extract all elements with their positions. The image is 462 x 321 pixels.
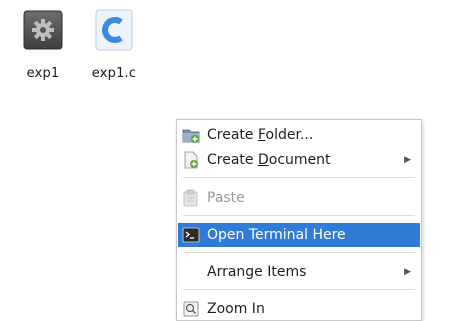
menu-item-create-document[interactable]: Create Document ▶ [178,148,420,172]
menu-label-prefix: Create [207,127,258,143]
menu-label-prefix: Create [207,152,258,168]
document-new-icon [184,151,198,169]
paste-icon [183,189,198,207]
file-exp1-c[interactable]: exp1.c [84,8,144,81]
file-exp1[interactable]: exp1 [13,8,73,81]
menu-item-label: Paste [207,190,245,206]
menu-separator [183,289,415,290]
menu-item-open-terminal[interactable]: Open Terminal Here [178,223,420,247]
menu-item-zoom-in[interactable]: Zoom In [178,297,420,321]
menu-label-suffix: older... [265,127,314,143]
menu-separator [183,252,415,253]
zoom-in-icon [183,301,199,317]
file-name-label: exp1 [26,66,60,81]
menu-item-label: Open Terminal Here [207,227,346,243]
desktop[interactable]: exp1 exp1.c Create Folder... Create Docu… [0,0,462,321]
menu-label-mnemonic: D [257,152,269,168]
menu-label-mnemonic: F [257,127,266,143]
menu-label-suffix: ocument [268,152,331,168]
c-source-file-icon [95,9,133,51]
menu-item-paste[interactable]: Paste [178,186,420,210]
submenu-arrow-icon: ▶ [404,267,411,277]
terminal-icon [182,227,200,243]
file-name-label: exp1.c [91,66,137,81]
menu-item-arrange-items[interactable]: Arrange Items ▶ [178,260,420,284]
submenu-arrow-icon: ▶ [404,155,411,165]
folder-new-icon [182,129,200,143]
menu-separator [183,177,415,178]
menu-item-label: Zoom In [207,301,265,317]
menu-separator [183,215,415,216]
context-menu: Create Folder... Create Document ▶ Paste [176,119,422,321]
menu-item-create-folder[interactable]: Create Folder... [178,123,420,147]
menu-item-label: Arrange Items [207,264,307,280]
executable-gear-icon [23,10,63,50]
